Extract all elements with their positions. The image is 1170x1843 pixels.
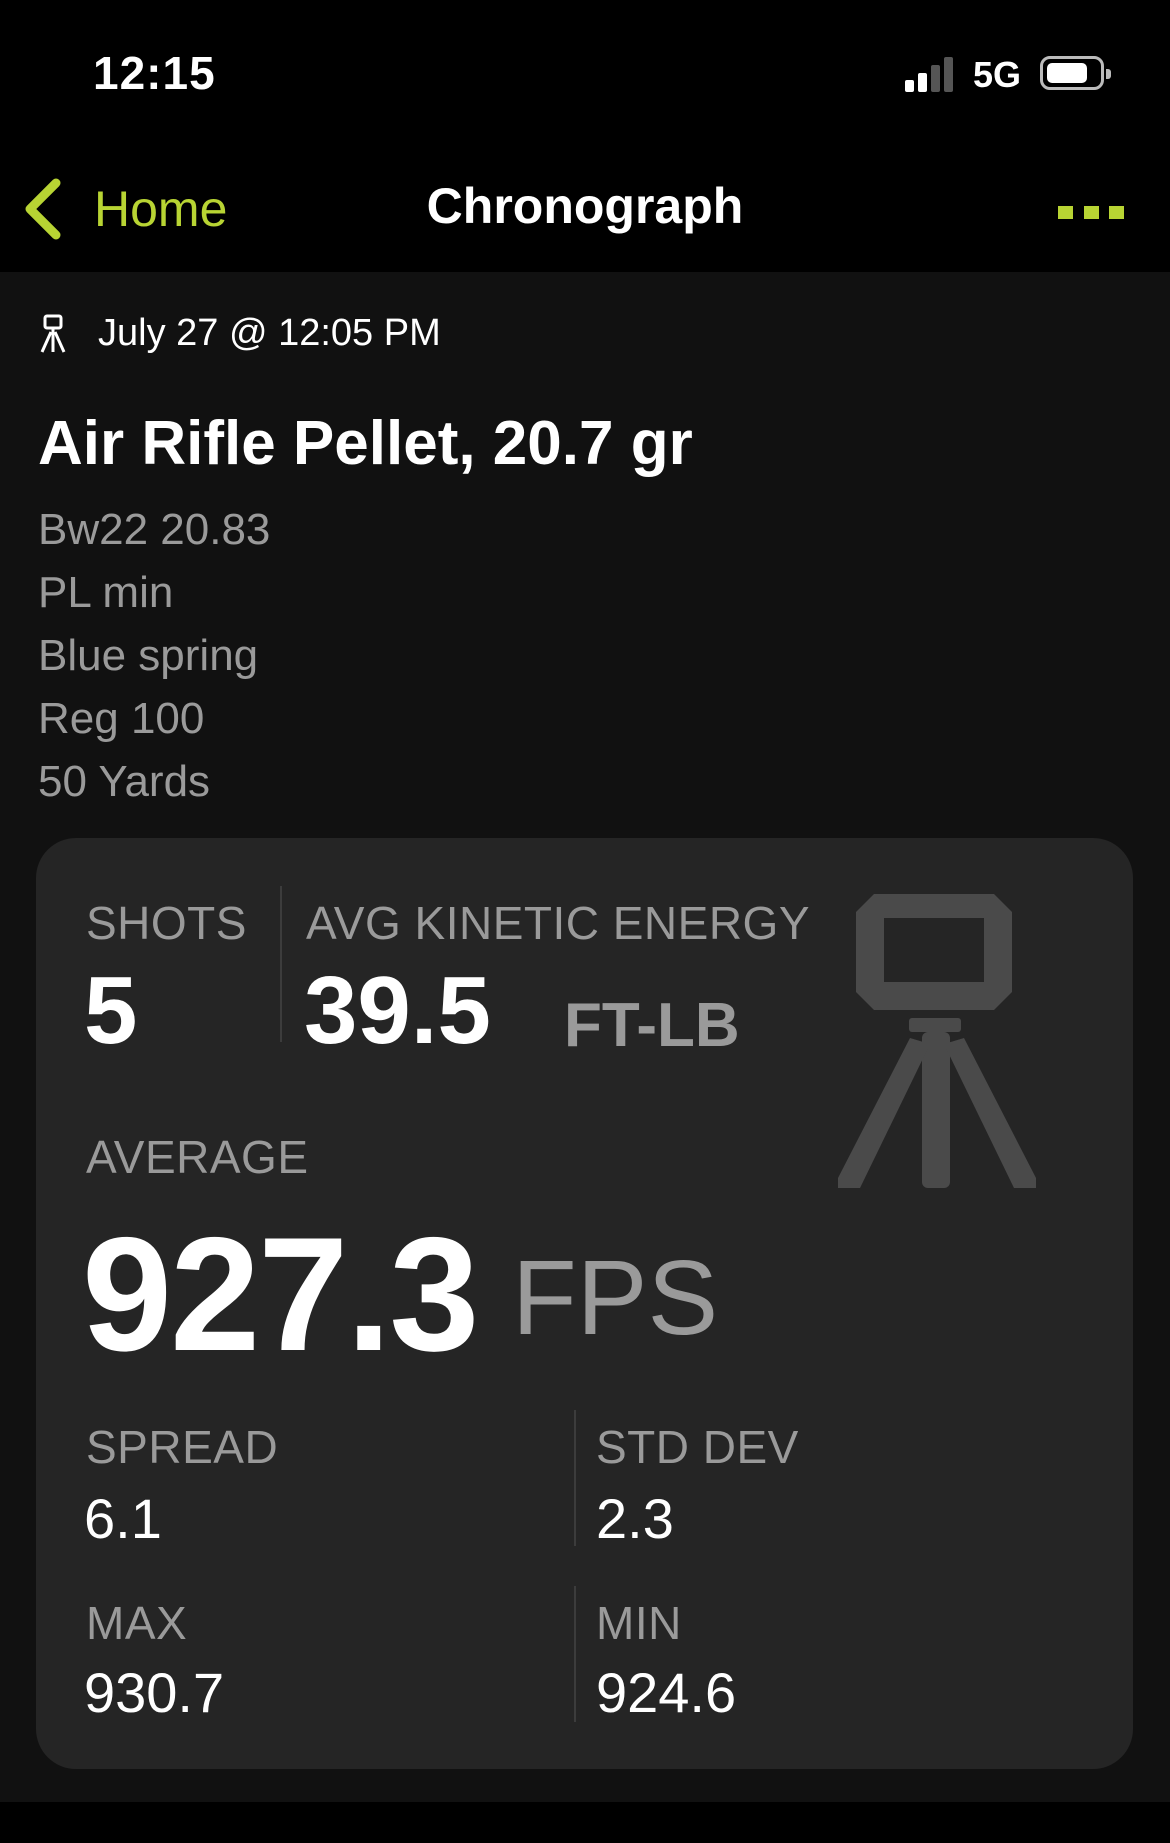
divider <box>280 886 282 1042</box>
main-content: July 27 @ 12:05 PM Air Rifle Pellet, 20.… <box>0 272 1170 1802</box>
note-line: Bw22 20.83 <box>38 505 271 554</box>
more-options-button[interactable] <box>1058 200 1124 224</box>
chronograph-device-icon <box>838 894 1036 1188</box>
note-line: Reg 100 <box>38 694 205 743</box>
status-time: 12:15 <box>93 47 216 99</box>
note-line: 50 Yards <box>38 757 211 806</box>
session-date: July 27 @ 12:05 PM <box>98 312 441 354</box>
signal-icon <box>905 56 955 92</box>
divider <box>574 1410 576 1546</box>
tripod-icon <box>40 314 66 353</box>
stats-card: SHOTS 5 AVG KINETIC ENERGY 39.5 FT-LB AV… <box>36 838 1133 1769</box>
shots-value: 5 <box>84 957 138 1064</box>
note-line: PL min <box>38 568 174 617</box>
spread-value: 6.1 <box>84 1487 162 1550</box>
navigation-bar: Home Chronograph <box>0 150 1170 272</box>
session-date-row: July 27 @ 12:05 PM <box>38 312 441 355</box>
max-value: 930.7 <box>84 1661 225 1724</box>
min-label: MIN <box>596 1597 682 1649</box>
ammo-title: Air Rifle Pellet, 20.7 gr <box>38 409 693 478</box>
max-label: MAX <box>86 1597 188 1649</box>
average-label: AVERAGE <box>86 1131 309 1183</box>
more-dot <box>1109 205 1124 219</box>
divider <box>574 1586 576 1722</box>
battery-icon <box>1040 56 1111 90</box>
note-line: Blue spring <box>38 631 259 680</box>
more-dots-icon <box>1058 205 1073 219</box>
bottom-strip <box>0 1802 1170 1843</box>
std-dev-value: 2.3 <box>596 1487 674 1550</box>
status-bar: 12:15 5G <box>0 0 1170 150</box>
kinetic-energy-label: AVG KINETIC ENERGY <box>306 897 811 949</box>
session-notes: Bw22 20.83 PL min Blue spring Reg 100 50… <box>38 498 270 813</box>
kinetic-energy-value: 39.5 <box>304 957 491 1064</box>
kinetic-energy-unit: FT-LB <box>564 991 740 1060</box>
average-unit: FPS <box>512 1239 719 1357</box>
network-label: 5G <box>973 54 1022 95</box>
std-dev-label: STD DEV <box>596 1421 799 1473</box>
more-dot <box>1083 205 1099 219</box>
spread-label: SPREAD <box>86 1421 279 1473</box>
shots-label: SHOTS <box>86 897 247 949</box>
page-title: Chronograph <box>426 178 744 234</box>
min-value: 924.6 <box>596 1661 737 1724</box>
average-value: 927.3 <box>82 1204 479 1385</box>
